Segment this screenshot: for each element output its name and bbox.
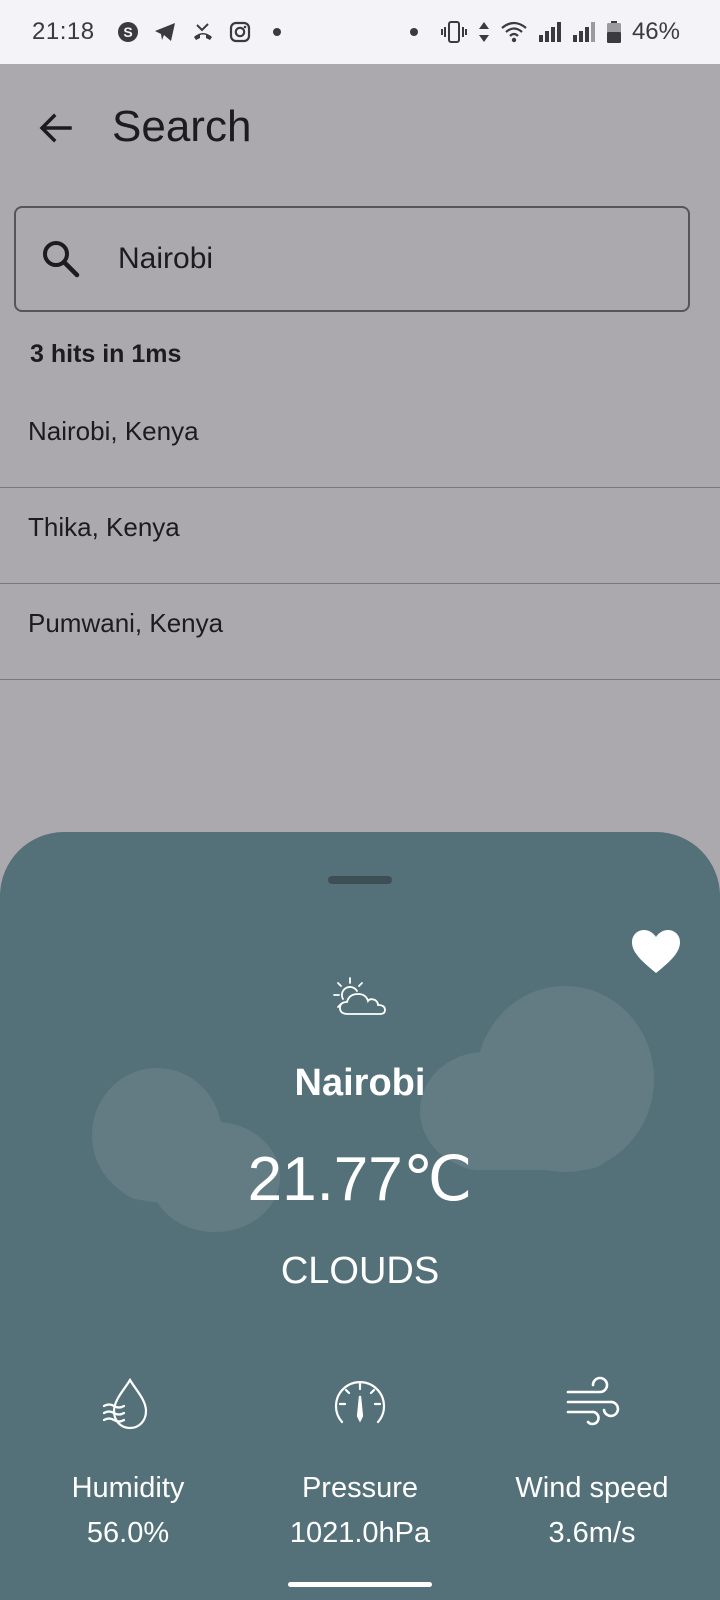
search-input[interactable] <box>118 234 658 284</box>
humidity-value: 56.0% <box>86 1517 170 1549</box>
list-item[interactable]: Pumwani, Kenya <box>0 584 720 680</box>
favorite-button[interactable] <box>630 928 682 976</box>
top-app-bar: Search <box>0 64 720 192</box>
battery-percent: 46% <box>631 18 680 45</box>
wind-speed-value: 3.6m/s <box>548 1517 636 1549</box>
weather-condition: CLOUDS <box>280 1250 440 1292</box>
instagram-icon <box>229 21 251 43</box>
notification-dot-icon <box>272 28 281 36</box>
svg-text:S: S <box>123 24 132 40</box>
wind-icon <box>472 1372 712 1436</box>
pressure-gauge-icon <box>240 1372 480 1436</box>
vibrate-icon <box>440 20 468 44</box>
signal-icon-2 <box>572 21 596 43</box>
list-item-label: Nairobi, Kenya <box>28 416 199 446</box>
list-item-label: Pumwani, Kenya <box>28 608 224 638</box>
list-item-label: Thika, Kenya <box>28 512 180 542</box>
weather-bottom-sheet[interactable]: Nairobi 21.77℃ CLOUDS Humidity 56.0% Pre… <box>0 832 720 1600</box>
missed-call-icon <box>191 21 215 43</box>
humidity-icon <box>8 1372 248 1436</box>
results-list: Nairobi, Kenya Thika, Kenya Pumwani, Ken… <box>0 392 720 680</box>
hits-count-label: 3 hits in 1ms <box>30 340 182 368</box>
search-field[interactable] <box>14 206 690 312</box>
humidity-label: Humidity <box>71 1472 185 1504</box>
drag-handle[interactable] <box>328 876 392 884</box>
status-time: 21:18 <box>32 18 95 45</box>
pressure-stat: Pressure 1021.0hPa <box>240 1372 480 1550</box>
list-item[interactable]: Nairobi, Kenya <box>0 392 720 488</box>
humidity-stat: Humidity 56.0% <box>8 1372 248 1550</box>
heart-icon <box>632 930 680 973</box>
page-title: Search <box>112 102 252 151</box>
gesture-navigation-bar[interactable] <box>288 1582 432 1587</box>
wind-speed-stat: Wind speed 3.6m/s <box>472 1372 712 1550</box>
pressure-label: Pressure <box>301 1472 419 1504</box>
signal-icon <box>538 21 562 43</box>
telegram-icon <box>153 21 177 43</box>
temperature: 21.77℃ <box>247 1145 473 1214</box>
battery-icon <box>606 20 622 44</box>
list-item[interactable]: Thika, Kenya <box>0 488 720 584</box>
arrow-back-icon <box>39 113 72 143</box>
back-button[interactable] <box>28 100 84 156</box>
skype-icon: S <box>117 21 139 43</box>
search-icon <box>40 238 82 284</box>
wifi-icon <box>500 20 528 44</box>
city-name: Nairobi <box>294 1062 426 1104</box>
pressure-value: 1021.0hPa <box>289 1517 431 1549</box>
data-arrows-icon <box>478 20 490 44</box>
partly-cloudy-icon <box>330 974 390 1024</box>
notification-dot-icon <box>409 28 418 36</box>
status-bar: 21:18 S 46% <box>0 0 720 64</box>
wind-speed-label: Wind speed <box>515 1472 669 1504</box>
